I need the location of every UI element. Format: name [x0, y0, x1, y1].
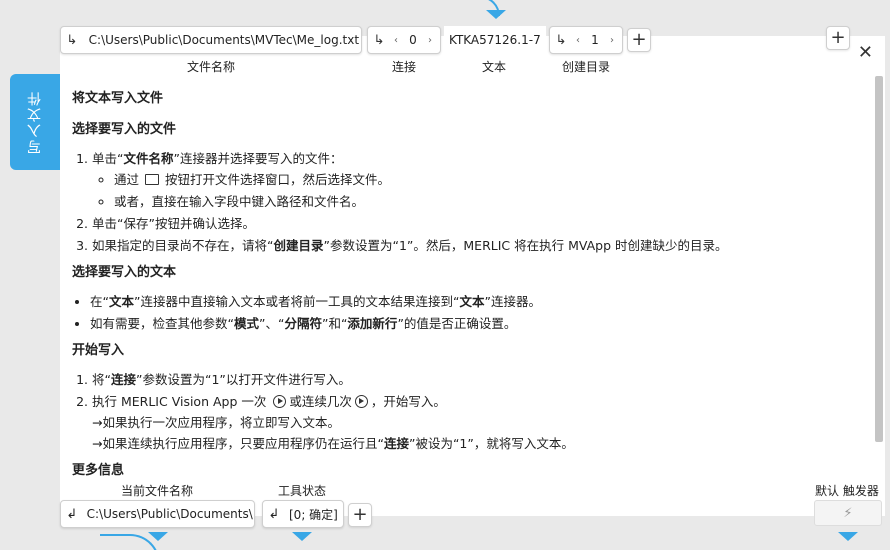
folder-icon [145, 174, 159, 185]
increment-icon[interactable]: › [606, 35, 618, 46]
lightning-icon: ⚡ [843, 505, 853, 521]
add-output-button[interactable]: + [348, 503, 372, 527]
trigger-button[interactable]: ⚡ [814, 500, 882, 526]
close-icon[interactable]: ✕ [858, 44, 873, 62]
list-item: 如果指定的目录尚不存在，请将“创建目录”参数设置为“1”。然后，MERLIC 将… [92, 235, 867, 256]
connect-arrow-icon[interactable]: ↳ [368, 33, 390, 48]
list-item: 单击“文件名称”连接器并选择要写入的文件： 通过 按钮打开文件选择窗口，然后选择… [92, 148, 867, 212]
create-directory-stepper[interactable]: ↳ ‹ 1 › [549, 26, 623, 54]
output-connection-arrow-trigger[interactable] [838, 532, 858, 541]
plus-icon: + [631, 29, 647, 50]
text-input-value[interactable]: KTKA57126.1-7 [444, 26, 546, 54]
current-file-label: 当前文件名称 [121, 484, 194, 498]
plus-icon: + [830, 27, 846, 48]
output-connection-arrow-state[interactable] [292, 532, 312, 541]
help-content: 将文本写入文件 选择要写入的文件 单击“文件名称”连接器并选择要写入的文件： 通… [72, 86, 867, 480]
tool-state-value: [0; 确定] [289, 507, 338, 522]
decrement-icon[interactable]: ‹ [572, 35, 584, 46]
connect-value[interactable]: 0 [402, 33, 424, 47]
steps-list: 单击“文件名称”连接器并选择要写入的文件： 通过 按钮打开文件选择窗口，然后选择… [92, 148, 867, 256]
sub-list: 通过 按钮打开文件选择窗口，然后选择文件。 或者，直接在输入字段中键入路径和文件… [114, 169, 867, 212]
steps-list: 将“连接”参数设置为“1”以打开文件进行写入。 执行 MERLIC Vision… [92, 369, 867, 454]
add-input-button[interactable]: + [627, 28, 651, 52]
section-heading: 选择要写入的文本 [72, 265, 177, 280]
plus-icon: + [352, 504, 368, 525]
list-item: 将“连接”参数设置为“1”以打开文件进行写入。 [92, 369, 867, 390]
list-item: 在“文本”连接器中直接输入文本或者将前一工具的文本结果连接到“文本”连接器。 [90, 291, 867, 312]
run-continuous-icon [354, 395, 368, 408]
create-directory-value[interactable]: 1 [584, 33, 606, 47]
file-name-input[interactable]: ↳ C:\Users\Public\Documents\MVTec\Me_log… [60, 26, 362, 54]
connect-arrow-icon[interactable]: ↳ [61, 33, 83, 48]
trigger-label: 默认 触发器 [815, 484, 879, 498]
output-arrow-icon[interactable]: ↲ [263, 507, 285, 522]
list-item: 单击“保存”按钮并确认选择。 [92, 213, 867, 234]
connect-stepper[interactable]: ↳ ‹ 0 › [367, 26, 441, 54]
tool-editor: 写入文件 ✕ ↳ C:\Users\Public\Documents\MVTec… [0, 0, 890, 550]
create-directory-label: 创建目录 [561, 60, 610, 74]
decrement-icon[interactable]: ‹ [390, 35, 402, 46]
help-title: 将文本写入文件 [72, 91, 164, 106]
output-arrow-icon[interactable]: ↲ [61, 507, 83, 522]
input-connection-arrow[interactable] [486, 10, 506, 19]
bullet-list: 在“文本”连接器中直接输入文本或者将前一工具的文本结果连接到“文本”连接器。 如… [90, 291, 867, 334]
tool-state-output[interactable]: ↲ [0; 确定] [262, 500, 344, 528]
file-name-label: 文件名称 [186, 60, 235, 74]
connect-label: 连接 [391, 60, 416, 74]
output-connection-arrow-file[interactable] [148, 532, 168, 541]
add-parameter-button[interactable]: + [826, 26, 850, 50]
tool-state-label: 工具状态 [278, 484, 327, 498]
tool-name-label: 写入文件 [27, 90, 43, 154]
current-file-output[interactable]: ↲ C:\Users\Public\Documents\ [60, 500, 255, 528]
connect-arrow-icon[interactable]: ↳ [550, 33, 572, 48]
help-scrollbar[interactable] [875, 76, 883, 442]
section-heading: 更多信息 [72, 463, 125, 478]
list-item: 或者，直接在输入字段中键入路径和文件名。 [114, 191, 867, 212]
section-heading: 选择要写入的文件 [72, 122, 177, 137]
section-heading: 开始写入 [72, 343, 125, 358]
list-item: 执行 MERLIC Vision App 一次 或连续几次，开始写入。 →如果执… [92, 391, 867, 454]
connection-wire-top [390, 0, 500, 16]
list-item: 通过 按钮打开文件选择窗口，然后选择文件。 [114, 169, 867, 190]
file-name-value[interactable]: C:\Users\Public\Documents\MVTec\Me_log.t… [83, 33, 361, 47]
list-item: 如有需要，检查其他参数“模式”、“分隔符”和“添加新行”的值是否正确设置。 [90, 313, 867, 334]
current-file-value: C:\Users\Public\Documents\ [86, 507, 253, 521]
text-label: 文本 [481, 60, 506, 74]
increment-icon[interactable]: › [424, 35, 436, 46]
tool-name-tab[interactable]: 写入文件 [10, 74, 60, 170]
run-once-icon [273, 395, 287, 408]
